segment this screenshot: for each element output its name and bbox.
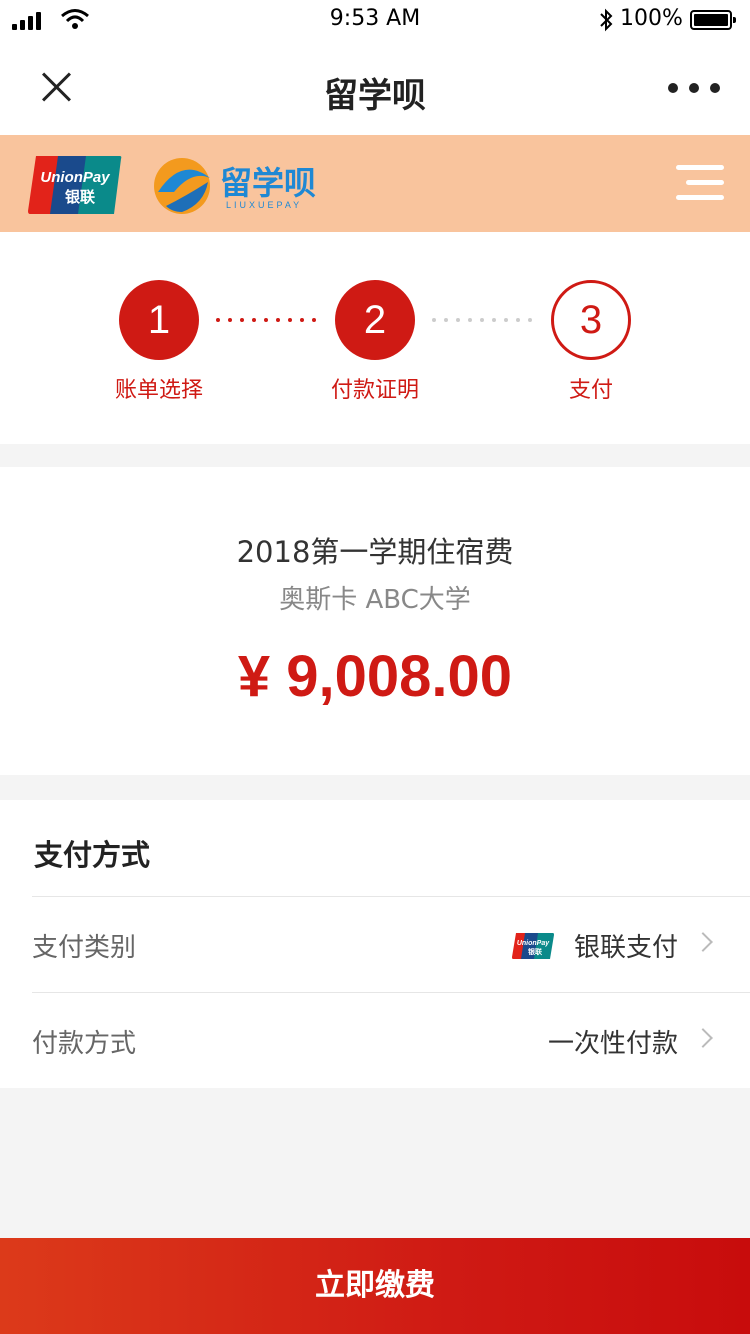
battery-percent: 100% bbox=[620, 6, 683, 31]
payment-mode-value: 一次性付款 bbox=[547, 1029, 678, 1059]
unionpay-logo: UnionPay 银联 bbox=[28, 156, 122, 214]
payment-mode-row[interactable]: 付款方式 一次性付款 bbox=[32, 992, 750, 1088]
svg-text:UnionPay: UnionPay bbox=[40, 169, 110, 186]
payment-mode-label: 付款方式 bbox=[32, 1029, 137, 1059]
payment-type-value: 银联支付 bbox=[573, 933, 678, 963]
svg-text:LIUXUEPAY: LIUXUEPAY bbox=[226, 200, 302, 210]
liuxuepay-logo: 留学呗 LIUXUEPAY bbox=[152, 152, 327, 216]
status-bar: 9:53 AM 100% bbox=[0, 0, 750, 40]
step-1-label: 账单选择 bbox=[114, 378, 203, 403]
more-icon[interactable] bbox=[668, 80, 720, 96]
payment-method-section: 支付方式 支付类别 UnionPay 银联 银联支付 付款方式 一次性付款 bbox=[0, 800, 750, 1088]
chevron-right-icon bbox=[693, 932, 713, 952]
svg-text:留学呗: 留学呗 bbox=[220, 164, 316, 202]
progress-steps: 1 账单选择 2 付款证明 3 支付 bbox=[0, 232, 750, 444]
battery-icon bbox=[690, 10, 736, 30]
step-3-circle: 3 bbox=[551, 280, 631, 360]
nav-bar: 留学呗 bbox=[0, 40, 750, 135]
step-connector-1 bbox=[216, 318, 316, 322]
chevron-right-icon bbox=[693, 1028, 713, 1048]
pay-now-button[interactable]: 立即缴费 bbox=[0, 1238, 750, 1334]
bill-summary: 2018第一学期住宿费 奥斯卡 ABC大学 ¥ 9,008.00 bbox=[0, 467, 750, 775]
bill-amount: ¥ 9,008.00 bbox=[237, 644, 513, 709]
page-title: 留学呗 bbox=[324, 76, 426, 116]
bill-title: 2018第一学期住宿费 bbox=[236, 535, 514, 569]
payment-method-header: 支付方式 bbox=[34, 838, 151, 872]
svg-text:银联: 银联 bbox=[528, 947, 543, 956]
brand-banner: UnionPay 银联 留学呗 LIUXUEPAY bbox=[0, 135, 750, 232]
step-connector-2 bbox=[432, 318, 532, 322]
unionpay-icon: UnionPay 银联 bbox=[512, 933, 554, 959]
bill-school: 奥斯卡 ABC大学 bbox=[279, 585, 471, 615]
payment-type-label: 支付类别 bbox=[32, 933, 137, 963]
bluetooth-icon bbox=[600, 8, 613, 32]
step-3-label: 支付 bbox=[568, 378, 613, 403]
step-2-label: 付款证明 bbox=[330, 378, 419, 403]
step-1-circle: 1 bbox=[119, 280, 199, 360]
payment-type-row[interactable]: 支付类别 UnionPay 银联 银联支付 bbox=[32, 896, 750, 992]
svg-text:银联: 银联 bbox=[65, 188, 96, 206]
menu-icon[interactable] bbox=[676, 165, 724, 201]
step-2-circle: 2 bbox=[335, 280, 415, 360]
svg-text:UnionPay: UnionPay bbox=[517, 940, 550, 947]
